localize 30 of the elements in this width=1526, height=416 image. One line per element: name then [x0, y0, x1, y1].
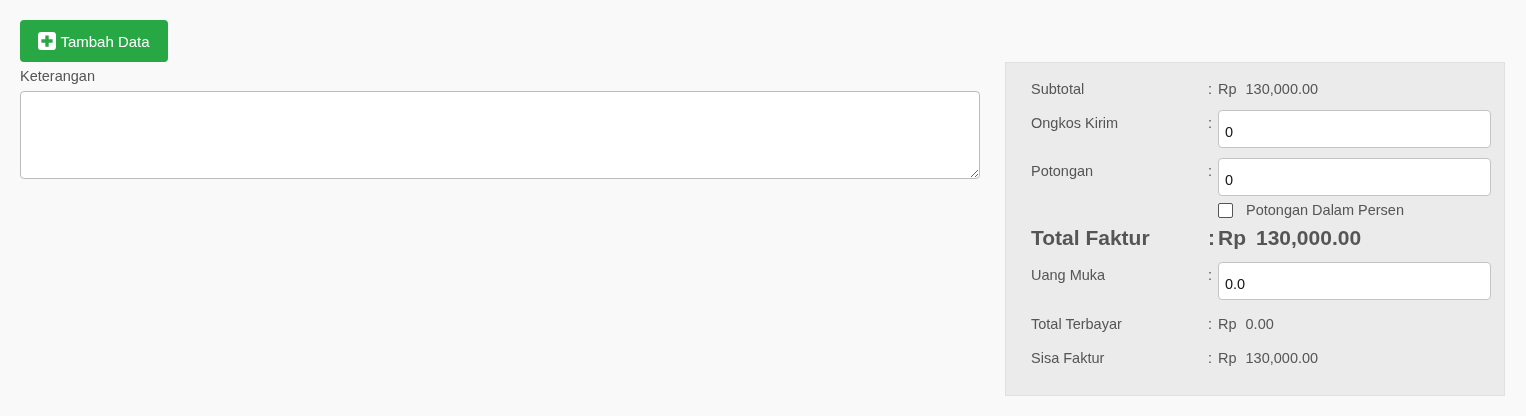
colon: :: [1208, 315, 1214, 334]
summary-label: Sisa Faktur: [1031, 349, 1106, 368]
summary-label: Total Terbayar: [1031, 315, 1123, 334]
amount-field[interactable]: 0: [1218, 158, 1491, 196]
currency: Rp: [1218, 225, 1246, 251]
checkbox[interactable]: [1218, 202, 1233, 218]
currency: Rp: [1218, 349, 1237, 368]
summary-label: Uang Muka: [1031, 266, 1107, 285]
checkbox-label: Potongan Dalam Persen: [1246, 202, 1404, 218]
plus-icon: [38, 32, 57, 50]
colon: :: [1208, 114, 1214, 133]
colon: :: [1208, 162, 1214, 181]
amount: 130,000.00: [1245, 349, 1319, 368]
summary-label: Total Faktur: [1031, 225, 1151, 251]
summary-label: Potongan: [1031, 162, 1095, 181]
amount-field[interactable]: 0: [1218, 110, 1491, 148]
amount: 0.00: [1245, 315, 1274, 334]
colon: :: [1208, 266, 1214, 285]
amount-field[interactable]: 0.0: [1218, 262, 1491, 300]
colon: :: [1208, 349, 1214, 368]
amount: 130,000.00: [1256, 225, 1362, 251]
colon: :: [1208, 80, 1214, 99]
notes-field[interactable]: [20, 91, 980, 179]
summary-label: Subtotal: [1031, 80, 1086, 99]
summary-label: Ongkos Kirim: [1031, 114, 1120, 133]
currency: Rp: [1218, 315, 1237, 334]
amount: 130,000.00: [1245, 80, 1319, 99]
colon: :: [1208, 225, 1216, 251]
notes-label: Keterangan: [20, 68, 95, 85]
currency: Rp: [1218, 80, 1237, 99]
